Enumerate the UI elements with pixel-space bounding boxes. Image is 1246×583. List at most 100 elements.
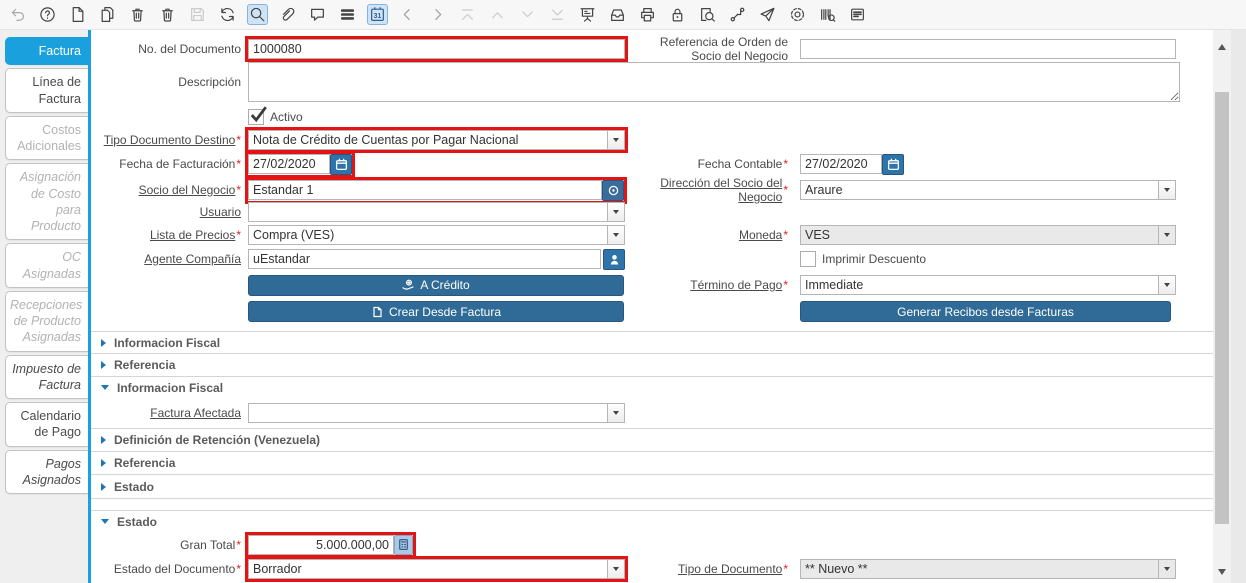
workflow-icon[interactable] [727,4,748,25]
user-dropdown-button[interactable] [607,202,624,221]
delete-selection-icon[interactable] [157,4,178,25]
generate-receipts-button[interactable]: Generar Recibos desde Facturas [800,301,1171,322]
row-doc-status: Estado del Documento* Tipo de Documento* [91,556,1213,582]
undo-icon[interactable] [7,4,28,25]
scroll-down-icon[interactable] [1218,569,1226,575]
create-from-invoice-button[interactable]: Crear Desde Factura [248,301,624,322]
grand-total-calculator-button[interactable] [394,534,413,555]
section-informacion-fiscal-2[interactable]: Informacion Fiscal [91,376,1213,398]
doc-status-input[interactable] [249,560,607,578]
first-record-icon [457,4,478,25]
user-label[interactable]: Usuario [200,205,241,219]
payment-term-dropdown-button[interactable] [1158,276,1175,294]
target-doc-type-input[interactable] [249,131,607,149]
sidebar-tab-recepciones[interactable]: Recepciones de Producto Asignadas [5,290,88,352]
sidebar-tab-linea-de-factura[interactable]: Línea de Factura [5,68,88,113]
affected-invoice-dropdown[interactable] [248,403,625,423]
section-estado-2[interactable]: Estado [91,510,1213,532]
price-list-dropdown[interactable] [248,224,625,245]
on-credit-button[interactable]: A Crédito [248,274,624,296]
sidebar-tab-costos-adicionales[interactable]: Costos Adicionales [5,115,88,161]
barcode-icon[interactable] [817,4,838,25]
business-partner-highlight [245,176,627,204]
doc-status-dropdown[interactable] [248,559,625,579]
payment-term-dropdown[interactable] [800,275,1176,295]
description-input[interactable] [248,62,1180,102]
affected-invoice-dropdown-button[interactable] [607,404,624,422]
next-record-icon[interactable] [427,4,448,25]
previous-record-icon[interactable] [397,4,418,25]
help-panel-icon[interactable] [847,4,868,25]
bp-address-dropdown[interactable] [800,180,1176,200]
send-icon[interactable] [757,4,778,25]
archive-icon[interactable] [607,4,628,25]
section-definicion-retencion[interactable]: Definición de Retención (Venezuela) [91,428,1213,451]
presentation-icon[interactable] [577,4,598,25]
section-estado-1[interactable]: Estado [91,474,1213,498]
help-icon[interactable] [37,4,58,25]
bp-order-ref-input[interactable] [800,39,1176,59]
document-no-input[interactable] [248,39,625,59]
section-referencia-2[interactable]: Referencia [91,451,1213,474]
report-icon[interactable] [697,4,718,25]
calendar-icon[interactable]: 31 [367,4,388,25]
sidebar-tab-pagos-asignados[interactable]: Pagos Asignados [5,449,88,494]
account-date-input[interactable] [800,154,882,174]
user-input[interactable] [249,202,607,221]
chevron-right-icon [101,459,106,467]
new-record-icon[interactable] [67,4,88,25]
invoice-date-calendar-button[interactable] [330,153,352,175]
target-doc-type-label[interactable]: Tipo Documento Destino [104,133,236,147]
delete-record-icon[interactable] [127,4,148,25]
doc-type-label[interactable]: Tipo de Documento [678,562,782,576]
user-dropdown[interactable] [248,201,625,222]
chat-icon[interactable] [307,4,328,25]
vertical-scrollbar [1213,30,1246,583]
copy-record-icon[interactable] [97,4,118,25]
company-agent-label[interactable]: Agente Compañía [144,252,241,266]
affected-invoice-label[interactable]: Factura Afectada [150,406,241,420]
sidebar-tab-asignacion-de-costo[interactable]: Asignación de Costo para Producto [5,163,88,241]
target-doc-type-dropdown[interactable] [248,130,625,150]
find-icon[interactable] [247,4,268,25]
business-partner-input[interactable] [248,180,602,200]
affected-invoice-input[interactable] [249,404,607,422]
price-list-label[interactable]: Lista de Precios [150,228,235,242]
bp-address-input[interactable] [801,181,1158,199]
business-partner-label[interactable]: Socio del Negocio [139,183,236,197]
invoice-date-input[interactable] [248,154,330,174]
account-date-calendar-button[interactable] [882,153,904,175]
print-icon[interactable] [637,4,658,25]
payment-term-input[interactable] [801,276,1158,294]
active-checkbox[interactable] [248,105,267,125]
price-list-dropdown-button[interactable] [607,225,624,244]
section-label: Estado [114,479,155,494]
company-agent-input[interactable] [248,249,601,269]
bp-address-dropdown-button[interactable] [1158,181,1175,199]
sidebar-tab-oc-asignadas[interactable]: OC Asignadas [5,243,88,288]
print-discount-checkbox[interactable] [800,251,816,267]
sidebar-tab-calendario-de-pago[interactable]: Calendario de Pago [5,402,88,447]
scrollbar-thumb[interactable] [1215,92,1229,524]
refresh-icon[interactable] [217,4,238,25]
attachment-icon[interactable] [277,4,298,25]
scroll-up-icon[interactable] [1218,44,1226,50]
settings-icon[interactable] [787,4,808,25]
price-list-input[interactable] [249,225,607,244]
sidebar-tab-factura[interactable]: Factura [5,37,88,66]
grid-toggle-icon[interactable] [337,4,358,25]
doc-status-dropdown-button[interactable] [607,560,624,578]
scrollbar-track[interactable] [1213,30,1231,583]
bp-address-label[interactable]: Dirección del Socio del Negocio [629,176,782,204]
target-doc-type-dropdown-button[interactable] [607,131,624,149]
lock-icon[interactable] [667,4,688,25]
active-label: Activo [270,109,303,124]
section-label: Referencia [114,456,176,470]
sidebar-tab-impuesto-de-factura[interactable]: Impuesto de Factura [5,354,88,399]
business-partner-info-button[interactable] [602,179,624,201]
section-referencia-1[interactable]: Referencia [91,353,1213,376]
payment-term-label[interactable]: Término de Pago [690,278,782,292]
currency-label[interactable]: Moneda [739,228,782,242]
section-informacion-fiscal-1[interactable]: Informacion Fiscal [91,331,1213,353]
company-agent-user-button[interactable] [603,248,625,270]
